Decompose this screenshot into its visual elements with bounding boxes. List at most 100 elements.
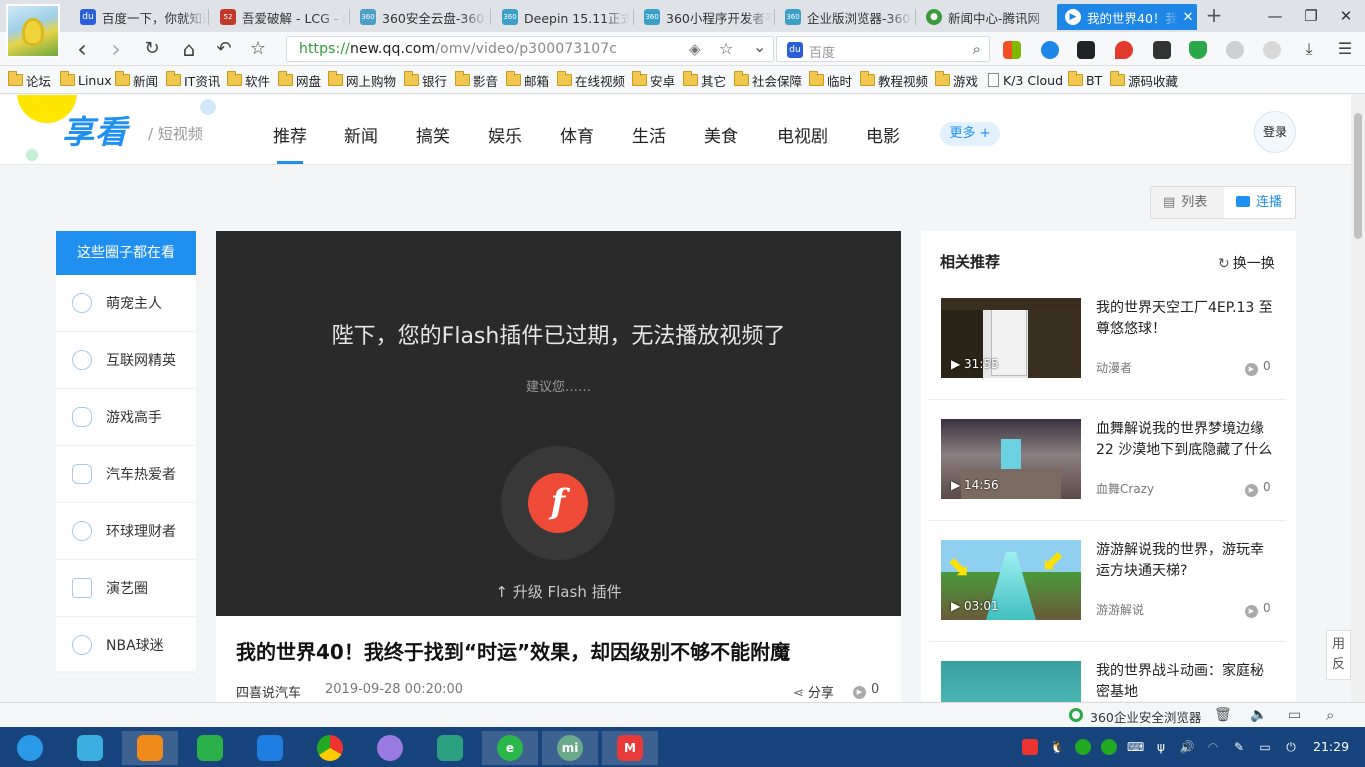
- restore-button[interactable]: ❐: [1296, 4, 1326, 28]
- volume-icon[interactable]: 🔈: [1250, 707, 1267, 723]
- circle-item[interactable]: 汽车热爱者: [56, 446, 196, 503]
- volume-icon[interactable]: 🔊: [1179, 739, 1195, 755]
- chevron-down-icon[interactable]: ⌄: [753, 37, 766, 56]
- bookmark-folder[interactable]: 社会保障: [734, 71, 802, 89]
- nav-food[interactable]: 美食: [704, 122, 738, 147]
- nav-life[interactable]: 生活: [632, 122, 666, 147]
- usb-icon[interactable]: ψ: [1153, 739, 1169, 755]
- video-player[interactable]: 陛下，您的Flash插件已过期，无法播放视频了 建议您…… f ↑ 升级 Fla…: [216, 231, 901, 616]
- related-video-title[interactable]: 我的世界天空工厂4EP.13 至尊悠悠球！: [1096, 298, 1276, 340]
- circle-item[interactable]: 互联网精英: [56, 332, 196, 389]
- tab-deepin[interactable]: 360 Deepin 15.11正式版: [494, 4, 630, 30]
- bookmark-star-button[interactable]: ☆: [246, 37, 270, 61]
- circle-item[interactable]: NBA球迷: [56, 617, 196, 674]
- bookmark-folder[interactable]: 影音: [455, 71, 498, 89]
- flash-icon[interactable]: f: [528, 473, 588, 533]
- bookmark-folder[interactable]: 临时: [809, 71, 852, 89]
- close-icon[interactable]: ✕: [1179, 10, 1197, 25]
- video-author[interactable]: 四喜说汽车: [236, 682, 301, 701]
- bookmark-page[interactable]: K/3 Cloud: [988, 71, 1063, 89]
- taskbar-app[interactable]: [182, 731, 238, 765]
- user-avatar[interactable]: [6, 4, 60, 58]
- bookmark-folder[interactable]: 银行: [404, 71, 447, 89]
- new-tab-button[interactable]: +: [1204, 4, 1224, 28]
- related-video-author[interactable]: 血舞Crazy: [1096, 480, 1154, 497]
- bookmark-folder[interactable]: 网上购物: [328, 71, 396, 89]
- bookmark-folder[interactable]: 论坛: [8, 71, 51, 89]
- nav-entertainment[interactable]: 娱乐: [488, 122, 522, 147]
- taskbar-app[interactable]: e: [482, 731, 538, 765]
- taskbar-app[interactable]: [122, 731, 178, 765]
- launcher-button[interactable]: [2, 731, 58, 765]
- search-icon[interactable]: ⌕: [973, 40, 981, 58]
- bookmark-folder[interactable]: 游戏: [935, 71, 978, 89]
- more-categories-button[interactable]: 更多 +: [940, 122, 1000, 146]
- link-icon[interactable]: [1263, 41, 1281, 59]
- power-icon[interactable]: ⏻: [1283, 739, 1299, 755]
- taskbar-app[interactable]: [62, 731, 118, 765]
- bookmark-folder[interactable]: 网盘: [278, 71, 321, 89]
- bookmark-folder[interactable]: IT资讯: [166, 71, 220, 89]
- nav-recommend[interactable]: 推荐: [273, 122, 307, 147]
- bookmark-folder[interactable]: 安卓: [632, 71, 675, 89]
- share-button[interactable]: ⋖ 分享: [793, 682, 834, 701]
- nav-tv[interactable]: 电视剧: [777, 122, 828, 147]
- feedback-button[interactable]: 用反: [1326, 630, 1351, 680]
- address-bar[interactable]: https://new.qq.com/omv/video/p300073107c…: [286, 36, 774, 62]
- taskbar-app[interactable]: M: [602, 731, 658, 765]
- login-button[interactable]: 登录: [1254, 111, 1296, 153]
- favorite-icon[interactable]: ☆: [719, 39, 733, 58]
- battery-icon[interactable]: ▭: [1257, 739, 1273, 755]
- shield-icon[interactable]: ◈: [689, 40, 701, 58]
- cloud-icon[interactable]: [1041, 41, 1059, 59]
- baidu-icon[interactable]: du: [787, 42, 803, 58]
- taskbar-app[interactable]: mi: [542, 731, 598, 765]
- tab-52pojie[interactable]: 52 吾爱破解 - LCG - LSG: [212, 4, 346, 30]
- tab-360-cloud[interactable]: 360 360安全云盘-360企业: [352, 4, 488, 30]
- circle-item[interactable]: 萌宠主人: [56, 275, 196, 332]
- close-window-button[interactable]: ✕: [1331, 4, 1361, 28]
- undo-close-button[interactable]: ↶: [212, 37, 236, 61]
- related-item[interactable]: ⬊ ⬋ ▶ 03:01 游游解说我的世界，游玩幸运方块通天梯? 游游解说 ▶ 0: [929, 521, 1286, 642]
- circle-item[interactable]: 演艺圈: [56, 560, 196, 617]
- game-controller-icon[interactable]: [1077, 41, 1095, 59]
- page-scrollbar[interactable]: [1351, 95, 1365, 702]
- reload-button[interactable]: ↻: [140, 37, 164, 61]
- related-item[interactable]: 我的世界战斗动画：家庭秘密基地: [929, 642, 1286, 702]
- search-box[interactable]: du 百度 ⌕: [776, 36, 990, 62]
- wifi-icon[interactable]: ◠: [1205, 739, 1221, 755]
- taskbar-app[interactable]: [422, 731, 478, 765]
- tray-check-icon[interactable]: [1101, 739, 1117, 755]
- window-icon[interactable]: ▭: [1288, 707, 1301, 723]
- forward-button[interactable]: ›: [104, 37, 128, 61]
- bookmark-folder[interactable]: Linux: [60, 71, 112, 89]
- related-video-title[interactable]: 血舞解说我的世界梦境边缘22 沙漠地下到底隐藏了什么: [1096, 419, 1276, 461]
- keyboard-icon[interactable]: ⌨: [1127, 739, 1144, 755]
- related-video-title[interactable]: 游游解说我的世界，游玩幸运方块通天梯?: [1096, 540, 1276, 582]
- tray-qq-icon[interactable]: 🐧: [1049, 739, 1065, 755]
- bookmark-folder[interactable]: 邮箱: [506, 71, 549, 89]
- bookmark-folder[interactable]: 在线视频: [557, 71, 625, 89]
- home-button[interactable]: ⌂: [177, 37, 201, 61]
- taskbar-app[interactable]: [302, 731, 358, 765]
- taskbar-app[interactable]: [242, 731, 298, 765]
- tray-app-icon[interactable]: [1022, 739, 1038, 755]
- map-pin-icon[interactable]: [1115, 41, 1133, 59]
- tab-baidu[interactable]: du 百度一下，你就知道: [72, 4, 208, 30]
- security-shield-icon[interactable]: [1189, 41, 1207, 59]
- list-view-button[interactable]: ▤ 列表: [1151, 187, 1224, 218]
- minimize-button[interactable]: —: [1260, 4, 1290, 28]
- windows-apps-icon[interactable]: [1003, 41, 1021, 59]
- related-video-author[interactable]: 动漫者: [1096, 359, 1132, 376]
- related-item[interactable]: ▶ 31:55 我的世界天空工厂4EP.13 至尊悠悠球！ 动漫者 ▶ 0: [929, 279, 1286, 400]
- nav-movies[interactable]: 电影: [866, 122, 900, 147]
- bookmark-folder[interactable]: 软件: [227, 71, 270, 89]
- taskbar-app[interactable]: [362, 731, 418, 765]
- bookmark-folder[interactable]: 其它: [683, 71, 726, 89]
- tab-qq-news[interactable]: ● 新闻中心-腾讯网: [918, 4, 1054, 30]
- circle-e-icon[interactable]: [1226, 41, 1244, 59]
- tray-wechat-icon[interactable]: [1075, 739, 1091, 755]
- video-thumbnail[interactable]: ▶ 31:55: [941, 298, 1081, 378]
- related-video-title[interactable]: 我的世界战斗动画：家庭秘密基地: [1096, 661, 1276, 702]
- related-video-author[interactable]: 游游解说: [1096, 601, 1144, 618]
